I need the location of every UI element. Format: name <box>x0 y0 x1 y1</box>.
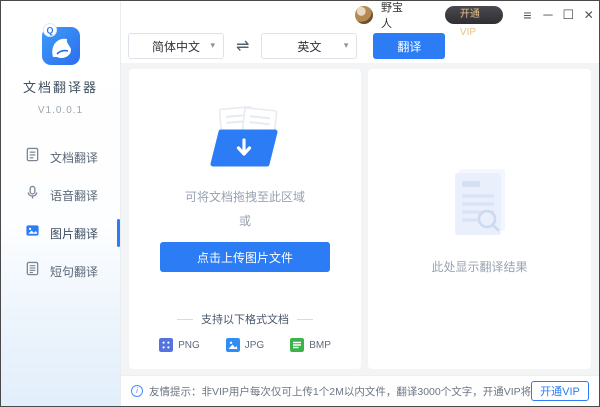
sentence-icon <box>25 261 40 281</box>
format-label: BMP <box>309 340 331 351</box>
app-window: Q 文档翻译器 V1.0.0.1 文档翻译 语音翻译 图 <box>0 0 600 407</box>
formats-row: PNG JPG BMP <box>129 338 361 352</box>
source-language-select[interactable]: 简体中文 ▾ <box>128 33 224 59</box>
sidebar-item-label: 语音翻译 <box>50 187 98 204</box>
translation-result-panel: 此处显示翻译结果 <box>368 69 591 369</box>
format-label: PNG <box>178 340 200 351</box>
close-icon[interactable]: ✕ <box>579 1 599 29</box>
sidebar-item-voice-translate[interactable]: 语音翻译 <box>1 176 120 214</box>
divider <box>177 319 193 320</box>
format-item-png: PNG <box>159 338 200 352</box>
format-label: JPG <box>245 340 264 351</box>
chevron-down-icon: ▾ <box>344 40 349 51</box>
footer-bar: i 友情提示：非VIP用户每次仅可上传1个2M以内文件，翻译3000个文字，开通… <box>121 375 599 406</box>
minimize-icon[interactable]: ─ <box>538 1 558 29</box>
swap-languages-icon[interactable]: ⇌ <box>236 36 249 56</box>
titlebar: 野宝人 开通VIP ≡ ─ ☐ ✕ <box>121 1 599 29</box>
translate-button[interactable]: 翻译 <box>373 33 445 59</box>
upload-image-button[interactable]: 点击上传图片文件 <box>160 242 330 272</box>
result-placeholder-text: 此处显示翻译结果 <box>431 258 527 275</box>
active-indicator <box>117 219 120 247</box>
vip-tip-text: 友情提示：非VIP用户每次仅可上传1个2M以内文件，翻译3000个文字，开通VI… <box>149 384 531 399</box>
target-language-select[interactable]: 英文 ▾ <box>261 33 357 59</box>
app-version: V1.0.0.1 <box>1 105 120 116</box>
maximize-icon[interactable]: ☐ <box>558 1 578 29</box>
chevron-down-icon: ▾ <box>210 40 215 51</box>
or-text: 或 <box>239 212 251 229</box>
sidebar-item-label: 短句翻译 <box>50 263 98 280</box>
sidebar: Q 文档翻译器 V1.0.0.1 文档翻译 语音翻译 图 <box>1 1 121 406</box>
divider <box>297 319 313 320</box>
open-vip-pill-button[interactable]: 开通VIP <box>445 6 503 24</box>
jpg-file-icon <box>226 338 240 352</box>
formats-title: 支持以下格式文档 <box>129 311 361 327</box>
sidebar-item-label: 文档翻译 <box>50 149 98 166</box>
username: 野宝人 <box>381 0 407 31</box>
microphone-icon <box>25 185 40 205</box>
open-vip-button[interactable]: 开通VIP <box>531 381 589 401</box>
sidebar-item-sentence-translate[interactable]: 短句翻译 <box>1 252 120 290</box>
sidebar-menu: 文档翻译 语音翻译 图片翻译 短句翻译 <box>1 138 120 290</box>
sidebar-item-document-translate[interactable]: 文档翻译 <box>1 138 120 176</box>
format-item-bmp: BMP <box>290 338 331 352</box>
format-item-jpg: JPG <box>226 338 264 352</box>
upload-dropzone[interactable]: 可将文档拖拽至此区域 或 点击上传图片文件 支持以下格式文档 <box>129 69 361 369</box>
content-area: 可将文档拖拽至此区域 或 点击上传图片文件 支持以下格式文档 <box>121 63 599 375</box>
app-logo-icon: Q <box>38 21 84 67</box>
source-language-value: 简体中文 <box>152 38 200 55</box>
result-placeholder-icon <box>449 163 511 244</box>
menu-icon[interactable]: ≡ <box>517 1 537 29</box>
svg-text:Q: Q <box>46 26 53 36</box>
bmp-file-icon <box>290 338 304 352</box>
language-toolbar: 简体中文 ▾ ⇌ 英文 ▾ 翻译 <box>121 29 599 63</box>
target-language-value: 英文 <box>297 38 321 55</box>
image-icon <box>25 223 40 243</box>
sidebar-item-label: 图片翻译 <box>50 225 98 242</box>
drag-hint-text: 可将文档拖拽至此区域 <box>185 188 305 205</box>
sidebar-item-image-translate[interactable]: 图片翻译 <box>1 214 120 252</box>
app-title: 文档翻译器 <box>1 77 120 96</box>
supported-formats: 支持以下格式文档 PNG <box>129 311 361 352</box>
info-icon: i <box>131 385 143 397</box>
main-area: 野宝人 开通VIP ≡ ─ ☐ ✕ 简体中文 ▾ ⇌ 英文 ▾ 翻译 <box>121 1 599 406</box>
document-icon <box>25 147 40 167</box>
png-file-icon <box>159 338 173 352</box>
upload-icon <box>199 105 291 172</box>
formats-title-text: 支持以下格式文档 <box>201 311 289 327</box>
avatar[interactable] <box>355 6 373 24</box>
